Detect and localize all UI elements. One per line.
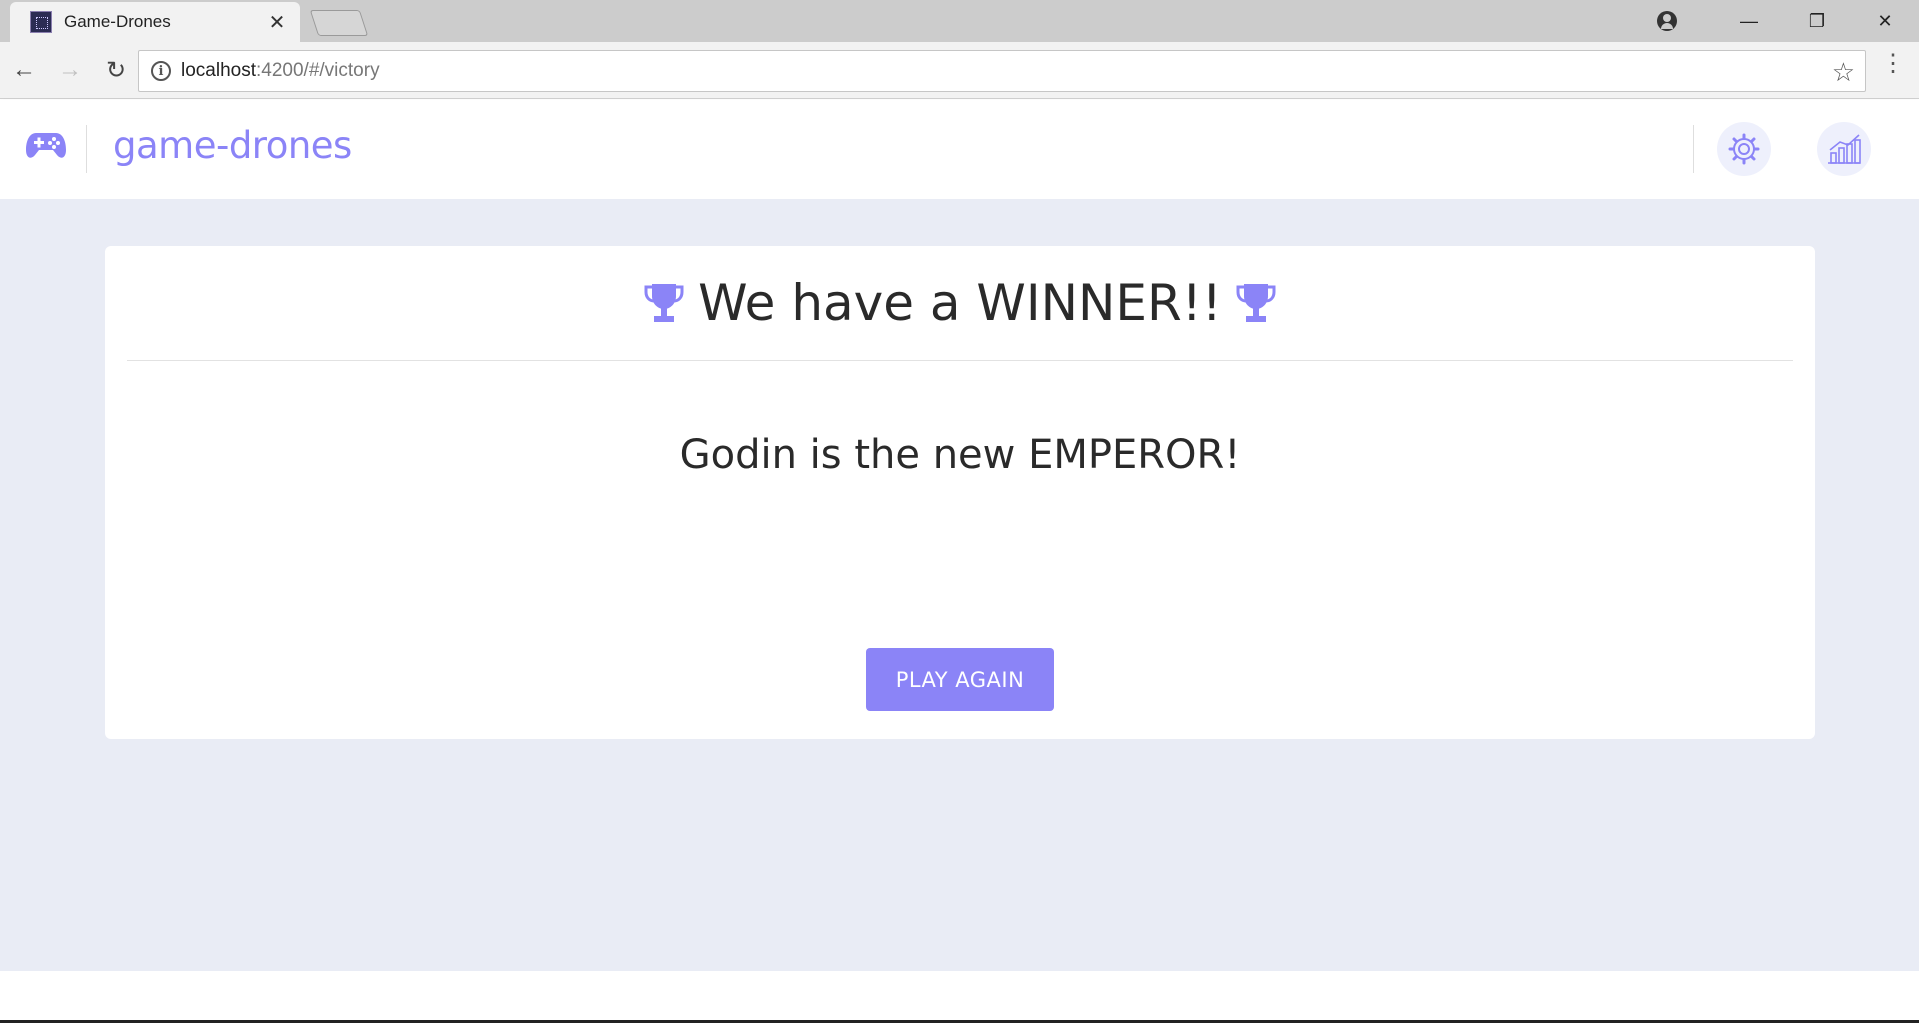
window-controls: — ❐ ✕: [1657, 0, 1919, 42]
victory-card: We have a WINNER!! Godin is the new EMPE…: [105, 246, 1815, 739]
browser-toolbar: ← → ↻ i localhost:4200/#/victory ☆ ⋮: [0, 42, 1919, 99]
gear-icon: [1728, 133, 1760, 165]
bookmark-star-icon[interactable]: ☆: [1832, 57, 1855, 88]
stats-button[interactable]: [1817, 122, 1871, 176]
reload-button[interactable]: ↻: [94, 48, 138, 92]
tab-close-icon[interactable]: ✕: [266, 10, 288, 35]
favicon-icon: [30, 11, 52, 33]
tab-title: Game-Drones: [64, 12, 171, 31]
settings-button[interactable]: [1717, 122, 1771, 176]
forward-button[interactable]: →: [48, 48, 92, 92]
new-tab-button[interactable]: [309, 10, 369, 36]
brand-title[interactable]: game-drones: [113, 124, 352, 167]
victory-heading: We have a WINNER!!: [105, 274, 1815, 332]
main-content: We have a WINNER!! Godin is the new EMPE…: [0, 199, 1919, 971]
victory-title: We have a WINNER!!: [698, 274, 1222, 332]
info-icon[interactable]: i: [151, 61, 171, 81]
bar-chart-icon: [1828, 134, 1861, 164]
header-divider-right: [1693, 125, 1694, 173]
card-divider: [127, 360, 1793, 361]
trophy-icon: [1236, 284, 1276, 322]
browser-tab-strip: Game-Drones ✕ — ❐ ✕: [0, 0, 1919, 42]
winner-message: Godin is the new EMPEROR!: [679, 432, 1241, 478]
trophy-icon: [644, 284, 684, 322]
browser-tab[interactable]: Game-Drones ✕: [10, 2, 300, 42]
url-path: :4200/#/victory: [256, 60, 380, 81]
browser-menu-icon[interactable]: ⋮: [1881, 52, 1905, 76]
header-divider: [86, 125, 87, 173]
app-header: game-drones: [0, 100, 1919, 199]
gamepad-icon[interactable]: [26, 130, 66, 160]
profile-icon[interactable]: [1657, 11, 1677, 31]
restore-button[interactable]: ❐: [1783, 0, 1851, 42]
address-bar[interactable]: i localhost:4200/#/victory ☆: [138, 50, 1866, 92]
back-button[interactable]: ←: [2, 48, 46, 92]
window-close-button[interactable]: ✕: [1851, 0, 1919, 42]
minimize-button[interactable]: —: [1715, 0, 1783, 42]
page-footer: [0, 971, 1919, 1023]
play-again-button[interactable]: PLAY AGAIN: [866, 648, 1054, 711]
url-host: localhost: [181, 60, 256, 81]
